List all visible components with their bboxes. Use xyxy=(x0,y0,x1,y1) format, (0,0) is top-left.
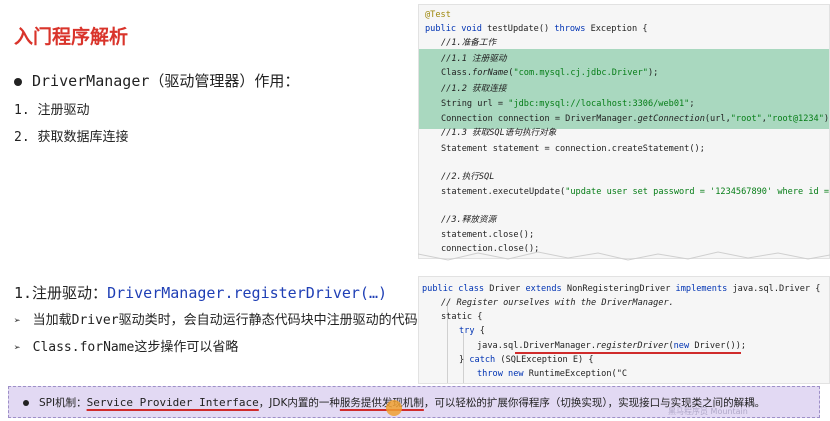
code-line: static { xyxy=(441,312,483,322)
code-line: String url = "jdbc:mysql://localhost:330… xyxy=(441,99,695,109)
code-line: throw new RuntimeException("C xyxy=(477,369,628,379)
arrow-right-icon: ➢ xyxy=(14,314,21,327)
code-comment: //1.1 注册驱动 xyxy=(441,54,507,64)
pointer-cursor-icon xyxy=(386,400,402,416)
code-block-driver-class: public class Driver extends NonRegisteri… xyxy=(418,276,830,384)
code-comment: //3.释放资源 xyxy=(441,215,497,225)
code-line-register-driver: java.sql.DriverManager.registerDriver(ne… xyxy=(477,341,747,351)
code-comment: //1.2 获取连接 xyxy=(441,84,507,94)
code-comment: //1.3 获取SQL语句执行对象 xyxy=(441,128,557,138)
section-heading-register-driver: 1.注册驱动：DriverManager.registerDriver(…) xyxy=(14,284,388,302)
list-item: ➢ Class.forName这步操作可以省略 xyxy=(14,340,239,355)
code-comment: //1.准备工作 xyxy=(441,38,497,48)
code-line: public class Driver extends NonRegisteri… xyxy=(422,284,821,294)
intro-item-1: 1. 注册驱动 xyxy=(14,103,90,118)
code-line: public void testUpdate() throws Exceptio… xyxy=(425,24,648,34)
arrow-right-icon: ➢ xyxy=(14,341,21,354)
torn-edge-decoration xyxy=(418,251,830,261)
intro-bullet-text: DriverManager（驱动管理器）作用： xyxy=(32,72,300,90)
code-line: try { xyxy=(459,326,485,336)
bullet-dot-icon xyxy=(23,400,29,406)
code-line: Connection connection = DriverManager.ge… xyxy=(441,114,830,124)
code-line: } catch (SQLException E) { xyxy=(459,355,594,365)
code-block-test-update: @Test public void testUpdate() throws Ex… xyxy=(418,4,830,259)
bullet-dot-icon xyxy=(14,77,22,86)
code-line: Class.forName("com.mysql.cj.jdbc.Driver"… xyxy=(441,68,659,78)
code-line: statement.executeUpdate("update user set… xyxy=(441,187,830,197)
intro-item-2: 2. 获取数据库连接 xyxy=(14,130,129,145)
spi-name: Service Provider Interface xyxy=(86,396,259,409)
code-comment: //2.执行SQL xyxy=(441,172,495,182)
code-line: @Test xyxy=(425,10,451,20)
page-title: 入门程序解析 xyxy=(14,26,129,48)
intro-bullet: DriverManager（驱动管理器）作用： xyxy=(14,70,299,91)
spi-highlight: 服务提供发现机制 xyxy=(339,397,424,409)
code-line: statement.close(); xyxy=(441,230,535,240)
code-comment: // Register ourselves with the DriverMan… xyxy=(441,298,674,308)
code-line: Statement statement = connection.createS… xyxy=(441,144,705,154)
list-item: ➢ 当加载Driver驱动类时，会自动运行静态代码块中注册驱动的代码 xyxy=(14,313,418,328)
register-driver-code: DriverManager.registerDriver(…) xyxy=(107,284,388,302)
watermark: 黑马程序员 Mountain xyxy=(668,407,748,416)
